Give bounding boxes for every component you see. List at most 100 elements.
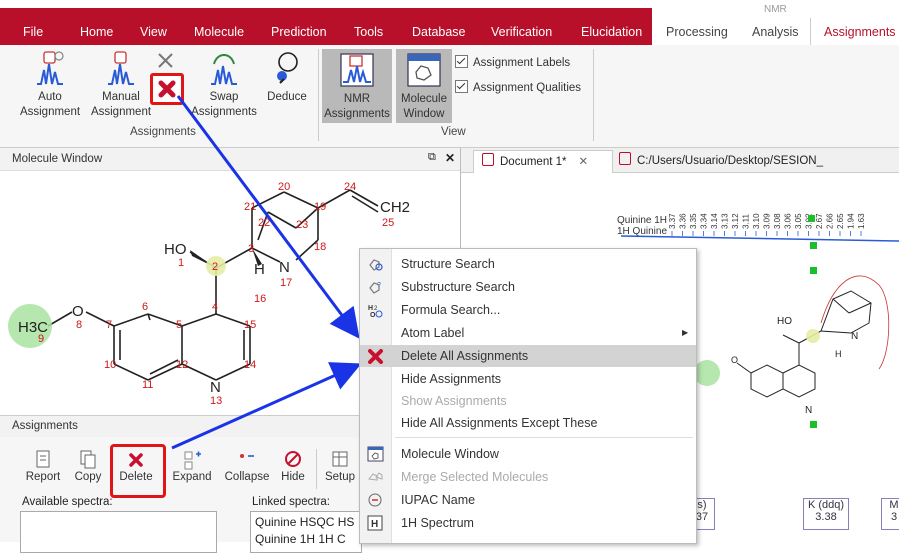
- menu-item-hide-assignments[interactable]: Hide Assignments: [360, 368, 696, 390]
- atom-number: 22: [258, 217, 270, 229]
- menu-separator: [395, 437, 693, 438]
- molecule-window-button[interactable]: Molecule Window: [396, 52, 452, 122]
- atom-number: 21: [244, 201, 256, 213]
- auto-assignment-button[interactable]: Auto Assignment: [18, 50, 82, 120]
- linked-spectra-label: Linked spectra:: [252, 496, 330, 508]
- atom-number: 9: [38, 333, 44, 345]
- molecule-window-label-2: Window: [403, 108, 445, 120]
- document-icon: [482, 153, 494, 166]
- collapse-button[interactable]: Collapse: [222, 449, 272, 483]
- expand-button[interactable]: Expand: [170, 449, 214, 483]
- atom-number: 14: [244, 359, 256, 371]
- nmr-assignments-button[interactable]: NMR Assignments: [322, 52, 392, 122]
- linked-spectra-list[interactable]: Quinine HSQC HS Quinine 1H 1H C: [250, 511, 362, 553]
- tab-assignments-active[interactable]: Assignments: [810, 18, 899, 45]
- menu-file[interactable]: File: [23, 25, 43, 39]
- atom-number: 8: [76, 319, 82, 331]
- svg-text:H: H: [368, 305, 373, 312]
- peak-label: 2.65: [836, 213, 845, 229]
- delete-button[interactable]: Delete: [112, 449, 160, 483]
- atom-h[interactable]: H: [254, 261, 265, 278]
- peak-label: 3.35: [689, 213, 698, 229]
- atom-n13[interactable]: N: [210, 379, 221, 396]
- auto-assignment-icon: [37, 51, 64, 85]
- dock-icon[interactable]: ⧉: [428, 151, 436, 164]
- menu-item-formula-search[interactable]: H2O Formula Search...: [360, 299, 696, 321]
- menu-tools[interactable]: Tools: [354, 25, 383, 39]
- ribbon: Auto Assignment Manual Assignment Swap A…: [0, 45, 899, 148]
- atom-n17[interactable]: N: [279, 259, 290, 276]
- menu-item-molecule-window[interactable]: Molecule Window: [360, 443, 696, 465]
- delete-assignments-icon: [368, 349, 383, 364]
- copy-button[interactable]: Copy: [68, 449, 108, 483]
- atom-o[interactable]: O: [72, 303, 84, 320]
- menu-item-delete-all-assignments[interactable]: Delete All Assignments: [360, 345, 696, 367]
- menu-home[interactable]: Home: [80, 25, 113, 39]
- tools-icon[interactable]: [156, 51, 176, 71]
- close-icon[interactable]: ✕: [445, 151, 455, 165]
- deduce-button[interactable]: Deduce: [264, 50, 310, 105]
- multiplet-value: 3: [890, 511, 898, 523]
- menu-item-label: Merge Selected Molecules: [401, 470, 549, 484]
- multiplet-box[interactable]: M 3: [881, 498, 899, 530]
- menu-item-atom-label[interactable]: Atom Label ▶: [360, 322, 696, 344]
- document-tab-active[interactable]: Document 1* ✕: [473, 150, 613, 173]
- menu-item-1h-spectrum[interactable]: H 1H Spectrum: [360, 512, 696, 534]
- tab-analysis[interactable]: Analysis: [752, 25, 799, 39]
- swap-assignments-button[interactable]: Swap Assignments: [188, 50, 260, 120]
- menu-item-hide-all-except[interactable]: Hide All Assignments Except These: [360, 412, 696, 434]
- atom-number: 17: [280, 277, 292, 289]
- tab-processing[interactable]: Processing: [666, 25, 728, 39]
- menu-prediction[interactable]: Prediction: [271, 25, 327, 39]
- multiplet-title: K (ddq): [807, 499, 845, 511]
- hide-button[interactable]: Hide: [276, 449, 310, 483]
- menu-item-label: Molecule Window: [401, 447, 499, 461]
- 1h-spectrum-icon: H: [367, 515, 383, 531]
- report-label: Report: [25, 471, 61, 483]
- document-tabs: Document 1* ✕ C:/Users/Usuario/Desktop/SE…: [461, 148, 899, 173]
- available-spectra-list[interactable]: [20, 511, 217, 553]
- menu-item-structure-search[interactable]: Structure Search: [360, 253, 696, 275]
- menu-elucidation[interactable]: Elucidation: [581, 25, 642, 39]
- close-tab-icon[interactable]: ✕: [578, 156, 588, 168]
- menu-item-show-assignments: Show Assignments: [360, 390, 696, 412]
- peak-label: 3.37: [668, 213, 677, 229]
- menu-database[interactable]: Database: [412, 25, 466, 39]
- manual-assignment-button[interactable]: Manual Assignment: [89, 50, 153, 120]
- setup-button[interactable]: Setup: [320, 449, 360, 483]
- linked-spectrum-item[interactable]: Quinine 1H 1H C: [251, 532, 361, 546]
- menu-item-iupac-name[interactable]: IUPAC Name: [360, 489, 696, 511]
- nmr-assignments-icon: [340, 53, 374, 87]
- deduce-icon: [277, 52, 298, 84]
- copy-label: Copy: [74, 471, 102, 483]
- atom-number: 25: [382, 217, 394, 229]
- svg-text:N: N: [805, 405, 812, 416]
- setup-label: Setup: [324, 471, 356, 483]
- linked-spectrum-item[interactable]: Quinine HSQC HS: [251, 512, 361, 532]
- menu-item-label: Formula Search...: [401, 303, 501, 317]
- multiplet-box[interactable]: K (ddq) 3.38: [803, 498, 849, 530]
- report-button[interactable]: Report: [22, 449, 64, 483]
- peak-label: 3.06: [784, 213, 793, 229]
- peak-label: 3.05: [794, 213, 803, 229]
- manual-assignment-label-2: Assignment: [90, 106, 152, 118]
- document-tab[interactable]: C:/Users/Usuario/Desktop/SESION_: [611, 150, 887, 172]
- iupac-icon: [368, 493, 382, 507]
- atom-highlight-small: [806, 329, 820, 343]
- nmr-assignments-label-1: NMR: [343, 93, 371, 105]
- assignment-labels-checkbox[interactable]: Assignment Labels: [455, 55, 570, 69]
- menu-view[interactable]: View: [140, 25, 167, 39]
- assignment-marker: [808, 215, 815, 222]
- menu-item-substructure-search[interactable]: ? Substructure Search: [360, 276, 696, 298]
- menu-verification[interactable]: Verification: [491, 25, 552, 39]
- multiplet-title: M: [889, 499, 899, 511]
- peak-label: 3.34: [700, 213, 709, 229]
- assignment-qualities-checkbox[interactable]: Assignment Qualities: [455, 80, 581, 94]
- hide-icon: [285, 451, 301, 467]
- menu-molecule[interactable]: Molecule: [194, 25, 244, 39]
- peak-label: 3.10: [752, 213, 761, 229]
- report-icon: [36, 450, 50, 468]
- atom-oh[interactable]: HO: [164, 241, 187, 258]
- atom-ch2[interactable]: CH2: [380, 199, 410, 216]
- delete-assignments-ribbon-button[interactable]: [150, 73, 184, 105]
